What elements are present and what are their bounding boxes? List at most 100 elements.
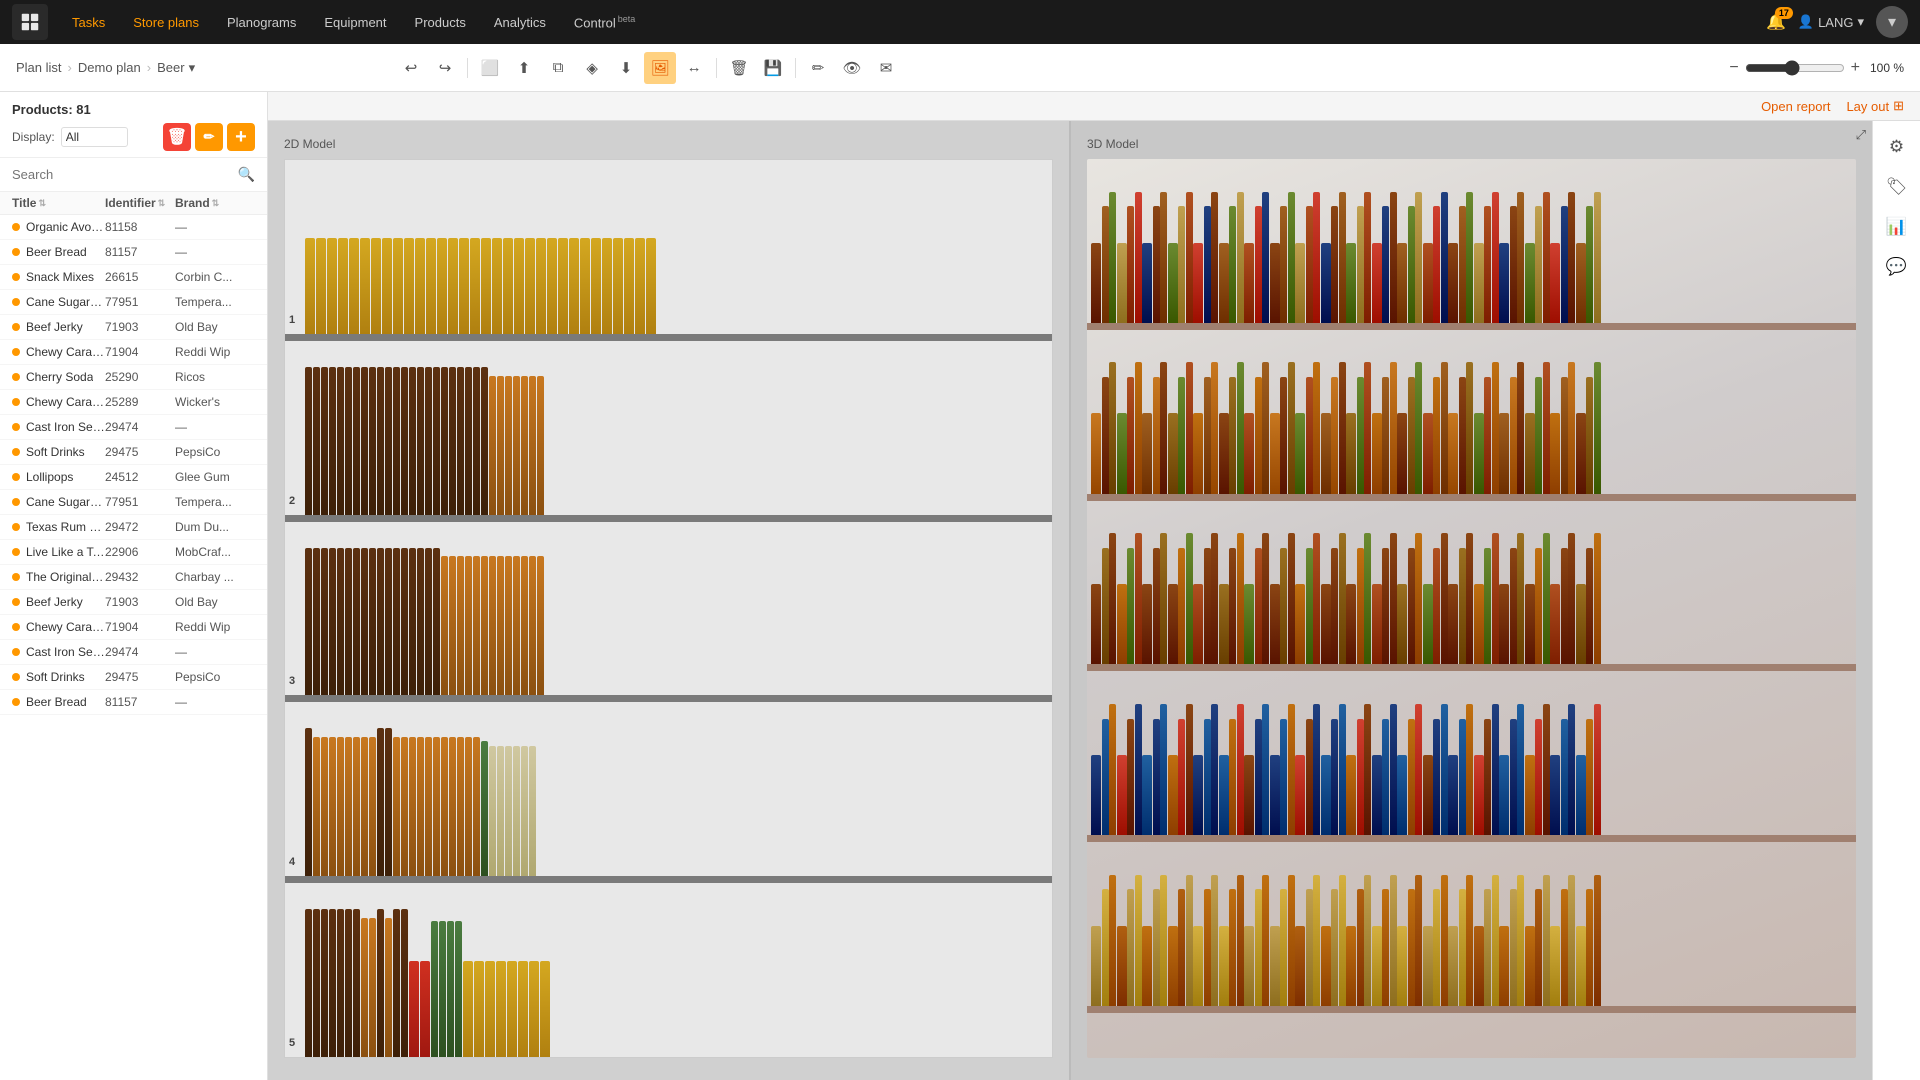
3d-shelf-item [1441,875,1448,1006]
3d-shelf-item [1229,206,1236,323]
send-button[interactable]: ✉ [870,52,902,84]
3d-shelf-item [1448,243,1458,323]
2d-model-panel: 2D Model 12345 [268,121,1069,1080]
product-row[interactable]: Cane Sugar Sodas 77951 Tempera... [0,290,267,315]
product-brand: — [175,220,255,234]
nav-planograms[interactable]: Planograms [215,9,308,36]
2d-shelf-visual[interactable]: 12345 [284,159,1053,1058]
3d-shelf-item [1372,413,1382,493]
shelf-product-item [481,367,488,515]
3d-shelf-item [1594,704,1601,835]
display-select[interactable]: All On shelf Off shelf [61,127,128,147]
zoom-slider[interactable] [1745,60,1845,76]
3d-shelf-item [1433,889,1440,1006]
shelf-product-item [353,737,360,876]
download-button[interactable]: ⬇ [610,52,642,84]
col-identifier[interactable]: Identifier ⇅ [105,196,175,210]
redo-button[interactable]: ↪ [429,52,461,84]
zoom-in-icon[interactable]: + [1851,59,1860,77]
3d-shelf-item [1492,704,1499,835]
open-report-link[interactable]: Open report [1761,99,1830,114]
notification-bell[interactable]: 🔔 17 [1766,12,1786,32]
zoom-out-icon[interactable]: − [1729,59,1738,77]
expand-3d-icon[interactable]: ⤢ [1856,127,1866,143]
product-row[interactable]: Lollipops 24512 Glee Gum [0,465,267,490]
search-input[interactable] [12,167,232,182]
product-id: 71904 [105,620,175,634]
3d-shelf-item [1459,719,1466,836]
settings-panel-button[interactable]: ⚙ [1879,129,1915,165]
product-row[interactable]: Soft Drinks 29475 PepsiCo [0,665,267,690]
product-row[interactable]: Beef Jerky 71903 Old Bay [0,590,267,615]
shelf-product-item [305,238,315,334]
product-row[interactable]: Chewy Caramels with a Cr... 71904 Reddi … [0,615,267,640]
upload-button[interactable]: ⬆ [508,52,540,84]
product-row[interactable]: Chewy Caramel Snack Stic... 25289 Wicker… [0,390,267,415]
3d-shelf-visual[interactable] [1087,159,1856,1058]
save-button[interactable]: 💾 [757,52,789,84]
product-row[interactable]: Cherry Soda 25290 Ricos [0,365,267,390]
product-id: 81157 [105,245,175,259]
select-button[interactable]: ⬜ [474,52,506,84]
undo-button[interactable]: ↩ [395,52,427,84]
product-row[interactable]: Soft Drinks 29475 PepsiCo [0,440,267,465]
eye-button[interactable]: 👁 [836,52,868,84]
breadcrumb-current[interactable]: Beer ▾ [157,60,195,76]
product-row[interactable]: Cane Sugar Sodas 77951 Tempera... [0,490,267,515]
user-avatar[interactable]: ▾ [1876,6,1908,38]
3d-shelf-item [1168,926,1178,1006]
nav-control[interactable]: Controlbeta [562,8,647,36]
nav-analytics[interactable]: Analytics [482,9,558,36]
language-selector[interactable]: 👤 LANG ▾ [1798,14,1864,30]
add-product-button[interactable]: + [227,123,255,151]
product-name: Soft Drinks [26,445,85,459]
shelf-product-item [401,367,408,515]
product-row[interactable]: Beer Bread 81157 — [0,240,267,265]
3d-shelf-item [1339,192,1346,323]
3d-shelf-item [1178,889,1185,1006]
product-row[interactable]: Snack Mixes 26615 Corbin C... [0,265,267,290]
chat-panel-button[interactable]: 💬 [1879,249,1915,285]
delete-products-button[interactable]: 🗑 [163,123,191,151]
3d-shelf-item [1295,926,1305,1006]
3d-shelf-item [1441,533,1448,664]
product-row[interactable]: Chewy Caramels with a Cr... 71904 Reddi … [0,340,267,365]
nav-tasks[interactable]: Tasks [60,9,117,36]
chart-panel-button[interactable]: 📊 [1879,209,1915,245]
product-row[interactable]: Cast Iron Seasoning 29474 — [0,415,267,440]
col-title[interactable]: Title ⇅ [12,196,105,210]
nav-store-plans[interactable]: Store plans [121,9,211,36]
3d-shelf-item [1346,243,1356,323]
product-row[interactable]: Live Like a Texan 22906 MobCraf... [0,540,267,565]
image-button[interactable]: 🖼 [644,52,676,84]
3d-shelf-item [1160,704,1167,835]
nav-products[interactable]: Products [403,9,478,36]
copy-button[interactable]: ⧉ [542,52,574,84]
product-row[interactable]: Beer Bread 81157 — [0,690,267,715]
layout-button[interactable]: Lay out ⊞ [1846,98,1904,114]
product-row[interactable]: Organic Avocado Oil 81158 — [0,215,267,240]
toolbar: ↩ ↪ ⬜ ⬆ ⧉ ◈ ⬇ 🖼 ↔ 🗑 💾 ✏ 👁 ✉ [395,52,902,84]
product-dot [12,448,20,456]
app-logo[interactable] [12,4,48,40]
tag-panel-button[interactable]: 🏷 [1879,169,1915,205]
breadcrumb-plan-list[interactable]: Plan list [16,60,62,75]
product-row[interactable]: Cast Iron Seasoning 29474 — [0,640,267,665]
pen-button[interactable]: ✏ [802,52,834,84]
product-row[interactable]: Beef Jerky 71903 Old Bay [0,315,267,340]
col-brand[interactable]: Brand ⇅ [175,196,255,210]
3d-shelf-item [1510,889,1517,1006]
trash-button[interactable]: 🗑 [723,52,755,84]
swap-button[interactable]: ↔ [678,52,710,84]
3d-shelf-item [1270,755,1280,835]
edit-products-button[interactable]: ✏ [195,123,223,151]
breadcrumb-demo-plan[interactable]: Demo plan [78,60,141,75]
3d-shelf-item [1466,362,1473,493]
products-visual [305,702,1048,876]
3d-shelf-item [1543,875,1550,1006]
product-brand: Corbin C... [175,270,255,284]
tag-button[interactable]: ◈ [576,52,608,84]
nav-equipment[interactable]: Equipment [312,9,398,36]
product-row[interactable]: Texas Rum by Kiepersol 29472 Dum Du... [0,515,267,540]
product-row[interactable]: The Original Texas Whisky 29432 Charbay … [0,565,267,590]
